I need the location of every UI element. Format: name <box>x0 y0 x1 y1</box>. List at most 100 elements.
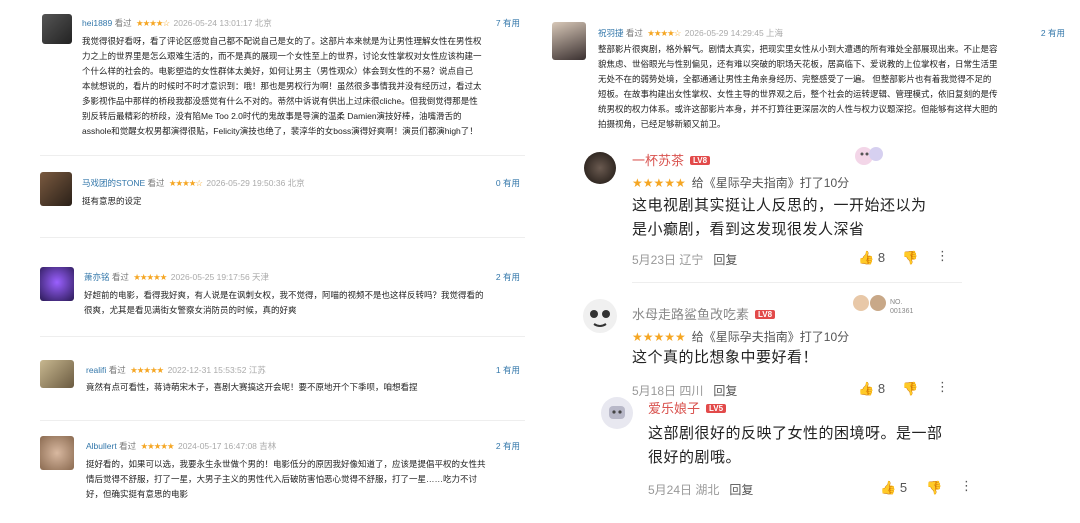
text-line: 是小癫剧，看到这发现很发人深省 <box>632 221 865 238</box>
reply-button[interactable]: 回复 <box>713 384 737 398</box>
text-line: 竟然有点可看性，蒋诗萌宋木子，喜剧大赛搞这开会呢！要不原地开个下季呗，咱想看捏 <box>86 382 418 392</box>
avatar[interactable] <box>552 22 586 60</box>
review-meta: 2026-05-24 13:01:17 北京 <box>173 18 272 28</box>
divider <box>40 420 525 421</box>
commenter-name[interactable]: 一杯苏茶 LV8 <box>632 150 711 169</box>
review-header: realifi 看过 ★★★★★ 2022-12-31 15:53:52 江苏 <box>86 364 266 376</box>
review-meta: 2022-12-31 15:53:52 江苏 <box>167 365 266 375</box>
rating-stars: ★★★★★ <box>130 365 164 375</box>
text-line: 挺好看的，如果可以选，我要永生永世做个男的！电影低分的原因我好像知道了，应该是提… <box>86 459 486 469</box>
avatar[interactable] <box>582 298 618 334</box>
text-line: 短板。在故事构建出女性掌权、女性主导的世界观之后，整个社会的运转逻辑、管理模式，… <box>598 89 998 99</box>
watched-label: 看过 <box>114 18 132 28</box>
useful-count[interactable]: 0 有用 <box>440 177 520 189</box>
text-line: 挺有意思的设定 <box>82 196 142 206</box>
avatar[interactable] <box>40 267 74 301</box>
rating-line: ★★★★★ 给《星际孕夫指南》打了10分 <box>632 328 849 345</box>
text-line: 本就想说的，看片的时候时不时才意识到：哦！那也是男权行为啊！虽然很多事情我并没有… <box>82 81 482 91</box>
comment-location: 湖北 <box>695 483 720 497</box>
username-link[interactable]: 马戏团的STONE <box>82 178 145 188</box>
commenter-name[interactable]: 水母走路鲨鱼改吃素 LV8 <box>632 304 776 323</box>
dislike-button[interactable]: 👎 <box>902 250 918 266</box>
avatar[interactable] <box>42 14 72 44</box>
level-badge: LV8 <box>755 310 776 319</box>
text-line: 我觉得很好看呀，看了评论区感觉自己都不配说自己是女的了。这部片本来就是为让男性理… <box>82 36 482 46</box>
text-line: 好超前的电影，看得我好爽，有人说是在讽刺女权，我不觉得，阿喵的视频不是也这样反转… <box>84 290 484 300</box>
level-badge: LV8 <box>690 156 711 165</box>
comment-location: 四川 <box>679 384 704 398</box>
text-line: 很爽，尤其是看见满街女警察女消防员的时候，真的好爽 <box>84 305 297 315</box>
left-review-column: hei1889 看过 ★★★★☆ 2026-05-24 13:01:17 北京 … <box>0 0 530 523</box>
dislike-button[interactable]: 👎 <box>902 381 918 397</box>
review-meta: 2024-05-17 16:47:08 吉林 <box>177 441 277 451</box>
more-menu-icon[interactable]: ⋮ <box>936 248 949 264</box>
divider <box>40 237 525 238</box>
dislike-button[interactable]: 👎 <box>926 480 942 496</box>
text-line: 拍摄视角，已经足够新颖又前卫。 <box>598 119 726 129</box>
avatar[interactable] <box>40 436 74 470</box>
text-line: 别反转后最精彩的桥段，没有陷Me Too 2.0时代的鬼故事是导演的温柔 Dam… <box>82 111 462 121</box>
watched-label: 看过 <box>111 272 129 282</box>
commenter-name[interactable]: 爱乐娘子 LV5 <box>648 398 727 417</box>
comment-meta: 5月24日 湖北 回复 <box>648 481 753 498</box>
text-line: 整部影片很爽剧，格外解气。剧情太真实，把现实里女性从小到大遭遇的所有难处全部展现… <box>598 44 998 54</box>
reply-button[interactable]: 回复 <box>729 483 753 497</box>
like-button[interactable]: 👍 5 <box>880 480 907 496</box>
watched-label: 看过 <box>108 365 126 375</box>
review-text: 好超前的电影，看得我好爽，有人说是在讽刺女权，我不觉得，阿喵的视频不是也这样反转… <box>84 288 529 318</box>
text-line: 情后觉得不舒服，打了一星，大男子主义的男性代入后破防害怕恶心觉得不舒服，打了一星… <box>86 474 478 484</box>
text-line: 好，但确实挺有意思的电影 <box>86 489 189 499</box>
like-button[interactable]: 👍 8 <box>858 381 885 397</box>
text-line: 个什么样的社会的。电影塑造的女性群体太美好，如何让男主（男性观众）体会到女性的不… <box>82 66 474 76</box>
like-button[interactable]: 👍 8 <box>858 250 885 266</box>
comment-date: 5月23日 <box>632 253 677 267</box>
thumbs-down-icon: 👎 <box>902 381 919 396</box>
comment-location: 辽宁 <box>679 253 704 267</box>
review-text: 整部影片很爽剧，格外解气。剧情太真实，把现实里女性从小到大遭遇的所有难处全部展现… <box>598 42 1068 132</box>
review-header: 马戏团的STONE 看过 ★★★★☆ 2026-05-29 19:50:36 北… <box>82 177 305 189</box>
rating-text: 给《星际孕夫指南》打了10分 <box>691 176 850 190</box>
avatar[interactable] <box>40 172 72 206</box>
review-meta: 2026-05-25 19:17:56 天津 <box>170 272 270 282</box>
text-line: 这个真的比想象中要好看！ <box>632 349 819 366</box>
like-count: 8 <box>877 250 886 265</box>
watched-label: 看过 <box>625 28 643 38</box>
level-badge: LV5 <box>706 404 727 413</box>
watched-label: 看过 <box>119 441 137 451</box>
more-menu-icon[interactable]: ⋮ <box>960 478 973 494</box>
badge-sticker-icon <box>855 147 883 165</box>
useful-count[interactable]: 2 有用 <box>440 271 520 283</box>
thumbs-up-icon: 👍 <box>858 250 875 265</box>
text-line: 多影视作品中那样的桥段我都没感觉有什么不对的。蒂然中诉说有供出上过床很clich… <box>82 96 478 106</box>
badge-sticker-icon <box>853 295 886 311</box>
username-link[interactable]: 祝羽捷 <box>598 28 624 38</box>
useful-count[interactable]: 2 有用 <box>440 440 520 452</box>
useful-count[interactable]: 7 有用 <box>440 17 520 29</box>
reply-button[interactable]: 回复 <box>713 253 737 267</box>
rating-stars: ★★★★★ <box>140 441 174 451</box>
username-link[interactable]: Albullert <box>86 441 117 451</box>
text-line: 力之上的世界里是怎么艰难生活的，而不是真的展现一个女性至上的世界，讨论女性掌权对… <box>82 51 482 61</box>
avatar[interactable] <box>584 152 616 184</box>
useful-count[interactable]: 2 有用 <box>980 27 1065 39</box>
comment-date: 5月24日 <box>648 483 693 497</box>
useful-count[interactable]: 1 有用 <box>440 364 520 376</box>
review-text: 挺好看的，如果可以选，我要永生永世做个男的！电影低分的原因我好像知道了，应该是提… <box>86 457 526 502</box>
review-header: Albullert 看过 ★★★★★ 2024-05-17 16:47:08 吉… <box>86 440 276 452</box>
username-link[interactable]: hei1889 <box>82 18 112 28</box>
more-menu-icon[interactable]: ⋮ <box>936 379 949 395</box>
review-header: 萧亦铭 看过 ★★★★★ 2026-05-25 19:17:56 天津 <box>84 271 269 283</box>
comment-date: 5月18日 <box>632 384 677 398</box>
comment-text: 这个真的比想象中要好看！ <box>632 346 1052 370</box>
comment-text: 这电视剧其实挺让人反思的，一开始还以为 是小癫剧，看到这发现很发人深省 <box>632 194 1052 242</box>
review-text: 竟然有点可看性，蒋诗萌宋木子，喜剧大赛搞这开会呢！要不原地开个下季呗，咱想看捏 <box>86 380 526 395</box>
username-link[interactable]: 萧亦铭 <box>84 272 110 282</box>
thumbs-up-icon: 👍 <box>880 480 897 495</box>
commenter-name-text: 一杯苏茶 <box>632 153 685 168</box>
commenter-name-text: 爱乐娘子 <box>648 401 701 416</box>
avatar[interactable] <box>600 396 634 430</box>
rating-stars: ★★★★★ <box>632 330 686 344</box>
avatar[interactable] <box>40 360 74 388</box>
username-link[interactable]: realifi <box>86 365 106 375</box>
right-review-column: 祝羽捷 看过 ★★★★☆ 2026-05-29 14:29:45 上海 2 有用… <box>540 0 1080 523</box>
